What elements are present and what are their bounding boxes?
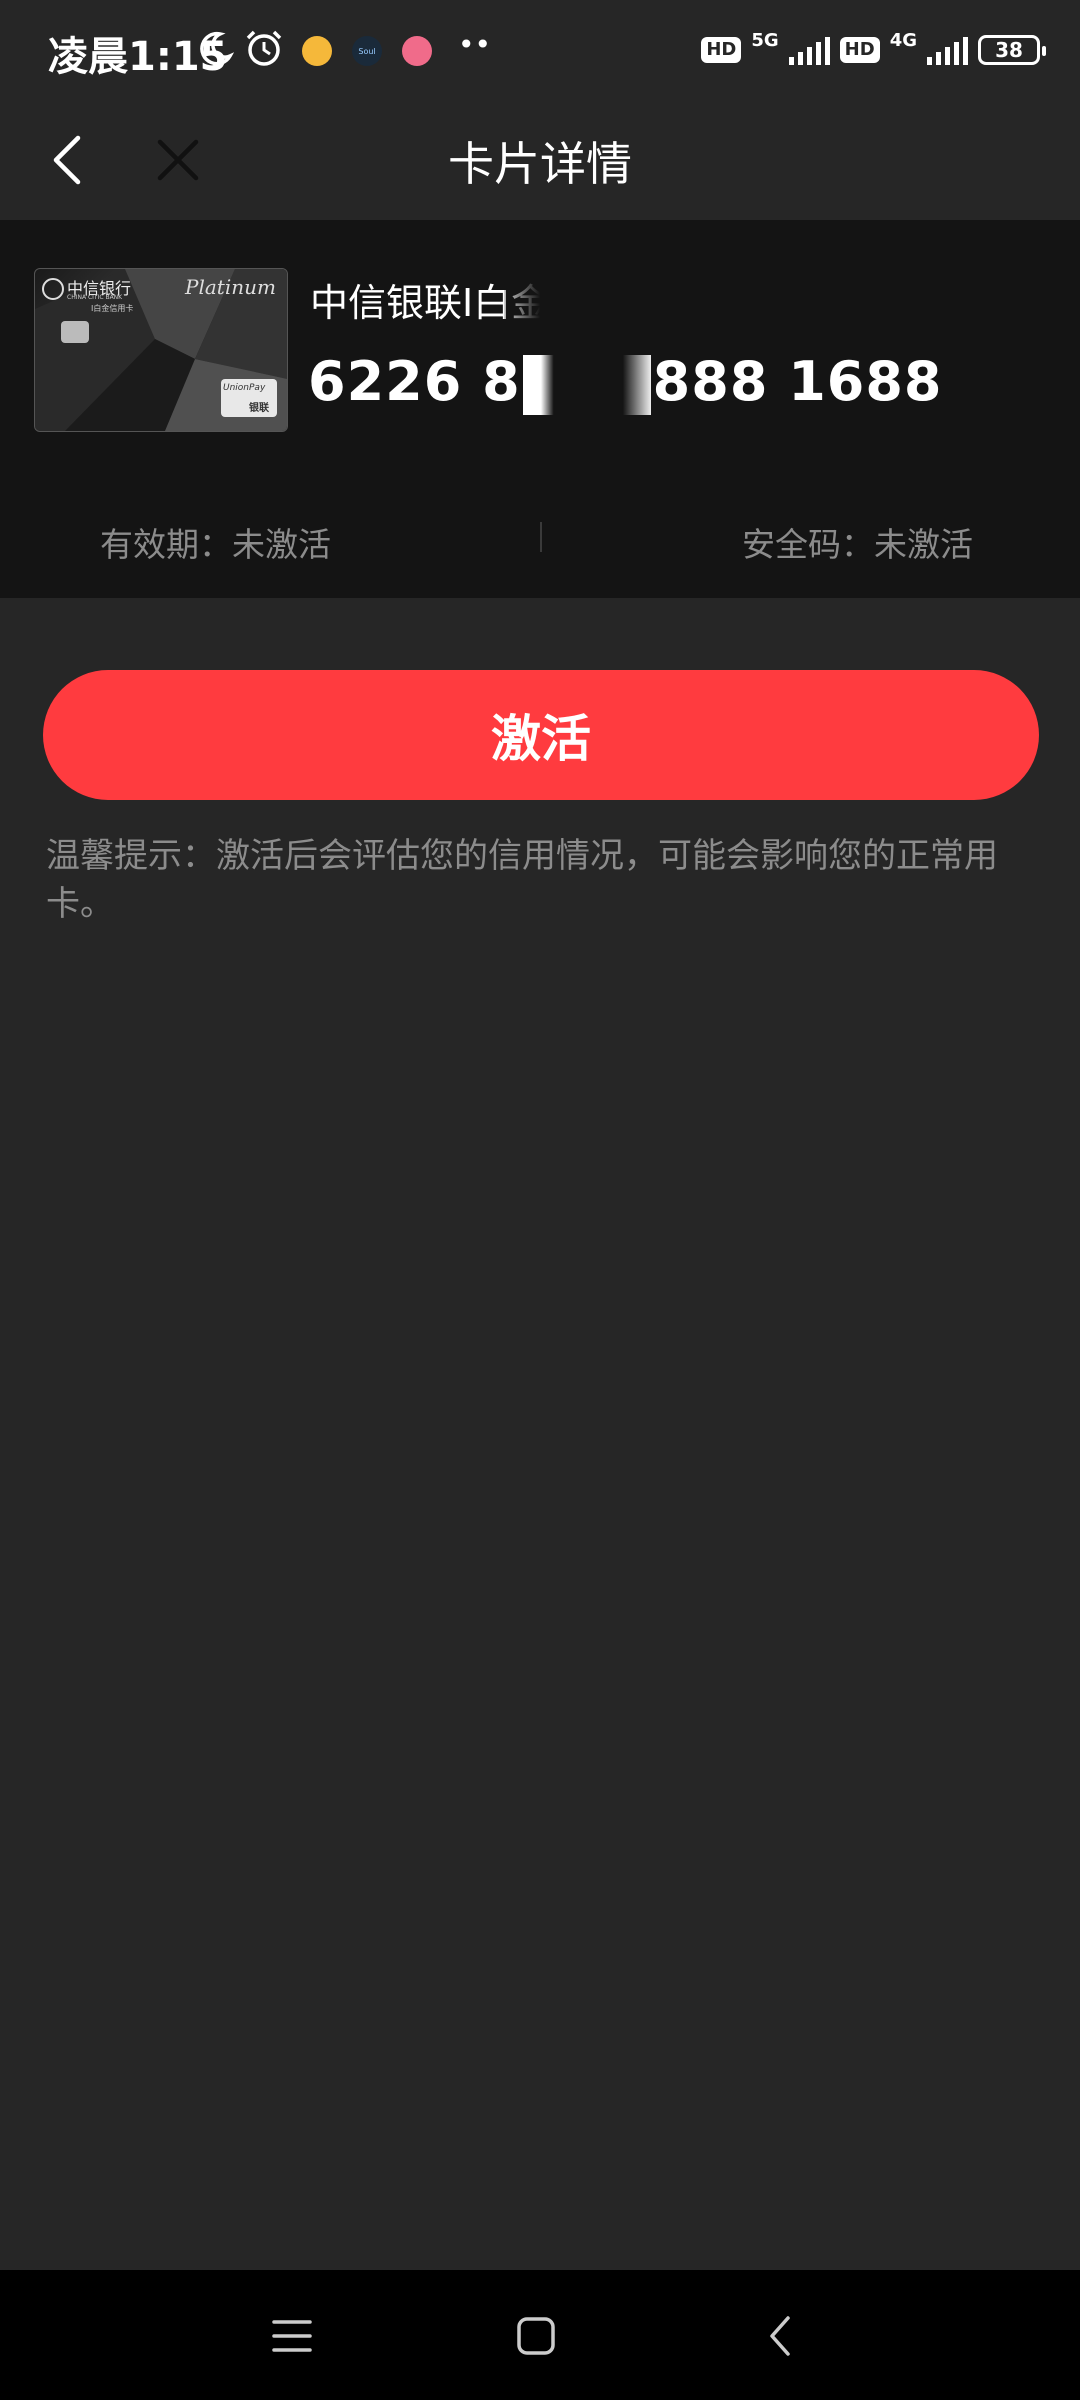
network-4g-label: 4G	[889, 29, 917, 51]
card-number-suffix: 888 1688	[652, 350, 943, 413]
signal-5g-icon	[788, 35, 830, 65]
status-bar: 凌晨1:15 Soul •• HD 5G HD 4G 38	[0, 0, 1080, 100]
system-navigation-bar	[0, 2270, 1080, 2400]
cvv-value: 未激活	[874, 525, 973, 564]
back-nav-button[interactable]	[752, 2306, 812, 2366]
menu-nav-button[interactable]	[262, 2306, 322, 2366]
credit-card-image: 中信银行 CHINA CITIC BANK I白金信用卡 Platinum Un…	[34, 268, 288, 432]
signal-4g-icon	[927, 35, 968, 65]
page-title: 卡片详情	[448, 137, 632, 191]
cvv-info: 安全码：未激活	[742, 525, 973, 564]
more-notifications-icon: ••	[458, 28, 492, 61]
alarm-icon	[246, 30, 282, 66]
bilibili-app-icon	[402, 36, 432, 66]
activate-button[interactable]: 激活	[43, 670, 1039, 800]
card-number: 6226 8 888 1688	[308, 350, 943, 416]
card-number-prefix: 6226 8	[308, 350, 521, 413]
cvv-label: 安全码	[742, 525, 841, 564]
expiry-value: 未激活	[232, 525, 331, 564]
network-5g-label: 5G	[751, 29, 779, 51]
card-bank-english: CHINA CITIC BANK	[67, 294, 123, 301]
hd-badge-1: HD	[701, 37, 742, 63]
message-notification-icon	[302, 36, 332, 66]
card-name-redaction	[504, 272, 594, 320]
expiry-label: 有效期	[100, 525, 199, 564]
card-info-panel: 中信银行 CHINA CITIC BANK I白金信用卡 Platinum Un…	[0, 220, 1080, 598]
soul-app-label: Soul	[358, 46, 376, 56]
battery-level: 38	[995, 38, 1023, 62]
card-tier: Platinum	[185, 275, 276, 299]
battery-icon: 38	[978, 35, 1046, 65]
unionpay-logo-text-cn: 银联	[249, 403, 269, 414]
tip-text: 温馨提示：激活后会评估您的信用情况，可能会影响您的正常用卡。	[46, 836, 998, 924]
home-nav-button[interactable]	[506, 2306, 566, 2366]
hd-badge-2: HD	[839, 37, 880, 63]
unionpay-logo-text: UnionPay	[223, 383, 266, 393]
info-divider	[540, 522, 542, 552]
status-right-group: HD 5G HD 4G 38	[701, 28, 1046, 72]
app-header: 卡片详情	[0, 100, 1080, 220]
soul-app-icon: Soul	[352, 36, 382, 66]
expiry-info: 有效期：未激活	[100, 525, 331, 564]
moon-icon	[200, 31, 234, 66]
card-number-redacted	[522, 355, 651, 416]
card-subtitle: I白金信用卡	[91, 304, 134, 313]
